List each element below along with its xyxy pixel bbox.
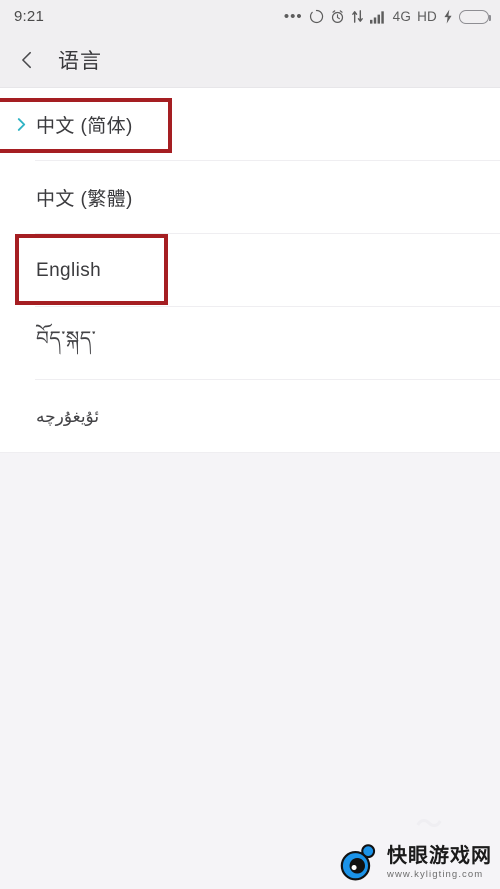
phone-screen: 9:21 ••• 4G HD 语言 中文 (简体) 中文 (繁體) Englis… xyxy=(0,0,500,889)
list-item-label: བོད་སྐད་ xyxy=(36,327,97,350)
list-item-label: 中文 (简体) xyxy=(36,116,133,137)
watermark-logo-icon xyxy=(340,844,376,881)
watermark-site-name: 快眼游戏网 xyxy=(387,845,492,868)
list-item-label: English xyxy=(36,259,102,281)
page-title: 语言 xyxy=(58,50,102,73)
watermark-text: 快眼游戏网 www.kyligting.com xyxy=(387,846,492,880)
status-bar: 9:21 ••• 4G HD xyxy=(0,0,500,33)
list-item-label: ئۇيغۇرچە xyxy=(36,406,100,426)
signal-bars-icon xyxy=(369,10,387,24)
row-divider xyxy=(0,452,500,453)
back-button[interactable] xyxy=(16,49,38,71)
hd-label: HD xyxy=(417,9,437,24)
language-list: 中文 (简体) 中文 (繁體) English བོད་སྐད་ ئۇيغۇرچ… xyxy=(0,88,500,453)
battery-icon xyxy=(459,9,491,24)
status-icons-group: ••• 4G HD xyxy=(283,7,491,25)
status-clock: 9:21 xyxy=(14,8,44,25)
more-dots-icon: ••• xyxy=(283,7,303,25)
data-transfer-icon xyxy=(351,9,364,24)
watermark: 快眼游戏网 www.kyligting.com xyxy=(340,843,492,883)
list-item-tibetan[interactable]: བོད་སྐད་ xyxy=(0,307,500,380)
lightning-bolt-icon xyxy=(443,9,453,24)
alarm-clock-icon xyxy=(330,9,345,24)
circle-sync-icon xyxy=(309,9,324,24)
list-item-chinese-simplified[interactable]: 中文 (简体) xyxy=(0,88,500,161)
list-item-uyghur[interactable]: ئۇيغۇرچە xyxy=(0,380,500,453)
list-item-chinese-traditional[interactable]: 中文 (繁體) xyxy=(0,161,500,234)
network-type-label: 4G xyxy=(392,9,412,24)
list-item-english[interactable]: English xyxy=(0,234,500,307)
watermark-url: www.kyligting.com xyxy=(387,869,484,881)
watermark-ghost-mark: 〜 xyxy=(415,809,442,839)
page-header: 语言 xyxy=(0,33,500,88)
selected-chevron-icon xyxy=(15,118,28,131)
list-item-label: 中文 (繁體) xyxy=(36,189,133,210)
